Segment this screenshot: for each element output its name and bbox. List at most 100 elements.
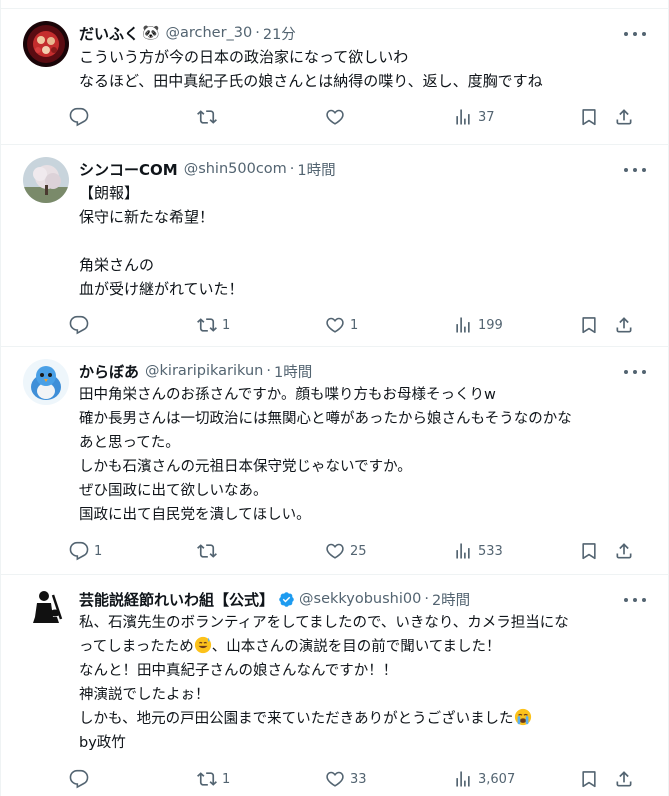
repost-button[interactable]: 1 bbox=[197, 315, 230, 335]
bookmark-button[interactable] bbox=[579, 541, 599, 561]
repost-count: 1 bbox=[222, 317, 231, 333]
panda-emoji-icon: 🐼 bbox=[142, 25, 160, 41]
timestamp[interactable]: 21分 bbox=[263, 23, 296, 44]
post-header: シンコーCOM @shin500com · 1時間 bbox=[79, 157, 652, 181]
handle[interactable]: @kiraripikarikun bbox=[145, 363, 263, 379]
crying-face-emoji-icon bbox=[514, 708, 531, 726]
timestamp[interactable]: 1時間 bbox=[297, 159, 335, 180]
views-button[interactable]: 37 bbox=[453, 107, 495, 127]
repost-button[interactable] bbox=[197, 541, 222, 561]
post-text-part: by政竹 bbox=[79, 735, 126, 751]
more-icon[interactable] bbox=[624, 27, 646, 41]
avatar[interactable] bbox=[23, 359, 69, 405]
more-icon[interactable] bbox=[624, 593, 646, 607]
handle[interactable]: @archer_30 bbox=[165, 25, 252, 41]
reply-count: 1 bbox=[94, 543, 103, 559]
bookmark-button[interactable] bbox=[579, 315, 599, 335]
views-count: 533 bbox=[478, 543, 503, 559]
action-bar: 37 bbox=[69, 93, 652, 141]
post[interactable]: シンコーCOM @shin500com · 1時間 【朗報】 保守に新たな希望！… bbox=[1, 145, 668, 347]
reply-icon bbox=[69, 315, 89, 335]
action-bar: 1 25 533 bbox=[69, 527, 652, 575]
repost-button[interactable]: 1 bbox=[197, 769, 230, 789]
post-header: 芸能説経節れいわ組【公式】 @sekkyobushi00 · 2時間 bbox=[79, 587, 652, 611]
post-header: からぼあ @kiraripikarikun · 1時間 bbox=[79, 359, 652, 383]
views-button[interactable]: 533 bbox=[453, 541, 503, 561]
views-button[interactable]: 199 bbox=[453, 315, 503, 335]
handle[interactable]: @sekkyobushi00 bbox=[299, 591, 421, 607]
repost-icon bbox=[197, 318, 217, 332]
post-text: 私、石濱先生のボランティアをしてましたので、いきなり、カメラ担当にな ってしまっ… bbox=[79, 611, 652, 755]
post-text: 田中角栄さんのお孫さんですか。顔も喋り方もお母様そっくりw 確か長男さんは一切政… bbox=[79, 387, 572, 523]
bookmark-icon bbox=[582, 317, 596, 334]
post[interactable]: からぼあ @kiraripikarikun · 1時間 田中角栄さんのお孫さんで… bbox=[1, 347, 668, 575]
reply-button[interactable] bbox=[69, 769, 94, 789]
timeline-feed: だいふく 🐼 @archer_30 · 21分 こういう方が今の日本の政治家にな… bbox=[0, 0, 669, 796]
bookmark-icon bbox=[582, 543, 596, 560]
views-count: 37 bbox=[478, 109, 495, 125]
like-button[interactable]: 33 bbox=[325, 769, 367, 789]
display-name[interactable]: 芸能説経節れいわ組【公式】 bbox=[79, 589, 274, 610]
sweat-smile-emoji-icon bbox=[194, 636, 211, 654]
like-icon bbox=[326, 109, 344, 125]
repost-icon bbox=[197, 110, 217, 124]
display-name[interactable]: からぼあ bbox=[79, 361, 139, 382]
like-button[interactable] bbox=[325, 107, 350, 127]
bookmark-icon bbox=[582, 109, 596, 126]
post[interactable]: 芸能説経節れいわ組【公式】 @sekkyobushi00 · 2時間 私、石濱先… bbox=[1, 575, 668, 795]
share-icon bbox=[616, 771, 632, 787]
repost-icon bbox=[197, 544, 217, 558]
avatar[interactable] bbox=[23, 587, 69, 633]
share-button[interactable] bbox=[614, 769, 634, 789]
views-icon bbox=[456, 543, 470, 559]
separator: · bbox=[266, 363, 271, 379]
reply-button[interactable] bbox=[69, 107, 94, 127]
views-button[interactable]: 3,607 bbox=[453, 769, 515, 789]
separator: · bbox=[289, 161, 295, 177]
like-count: 25 bbox=[350, 543, 367, 559]
handle[interactable]: @shin500com bbox=[184, 161, 287, 177]
display-name[interactable]: シンコーCOM bbox=[79, 159, 178, 180]
share-button[interactable] bbox=[614, 541, 634, 561]
views-count: 3,607 bbox=[478, 771, 516, 787]
separator: · bbox=[255, 25, 260, 41]
reply-icon bbox=[69, 107, 89, 127]
more-icon[interactable] bbox=[624, 365, 646, 379]
post[interactable]: だいふく 🐼 @archer_30 · 21分 こういう方が今の日本の政治家にな… bbox=[1, 9, 668, 145]
more-icon[interactable] bbox=[624, 163, 646, 177]
share-button[interactable] bbox=[614, 315, 634, 335]
share-icon bbox=[616, 109, 632, 125]
repost-count: 1 bbox=[222, 771, 231, 787]
views-count: 199 bbox=[478, 317, 503, 333]
post-text: 【朗報】 保守に新たな希望！ 角栄さんの 血が受け継がれていた！ bbox=[79, 184, 244, 298]
display-name[interactable]: だいふく bbox=[79, 23, 139, 44]
share-button[interactable] bbox=[614, 107, 634, 127]
reply-icon bbox=[69, 541, 89, 561]
repost-icon bbox=[197, 772, 217, 786]
share-icon bbox=[616, 317, 632, 333]
post-text: こういう方が今の日本の政治家になって欲しいわ なるほど、田中真紀子氏の娘さんとは… bbox=[79, 48, 543, 90]
top-divider bbox=[1, 0, 668, 9]
like-count: 1 bbox=[350, 317, 359, 333]
bookmark-button[interactable] bbox=[579, 107, 599, 127]
reply-button[interactable] bbox=[69, 315, 94, 335]
action-bar: 1 1 199 bbox=[69, 301, 652, 349]
views-icon bbox=[456, 317, 470, 333]
avatar[interactable] bbox=[23, 157, 69, 203]
reply-button[interactable]: 1 bbox=[69, 541, 102, 561]
bookmark-button[interactable] bbox=[579, 769, 599, 789]
like-icon bbox=[326, 317, 344, 333]
timestamp[interactable]: 2時間 bbox=[432, 589, 470, 610]
separator: · bbox=[424, 591, 429, 607]
like-button[interactable]: 1 bbox=[325, 315, 358, 335]
like-button[interactable]: 25 bbox=[325, 541, 367, 561]
action-bar: 1 33 3,607 bbox=[69, 755, 652, 796]
like-icon bbox=[326, 543, 344, 559]
like-count: 33 bbox=[350, 771, 367, 787]
bookmark-icon bbox=[582, 771, 596, 788]
repost-button[interactable] bbox=[197, 107, 222, 127]
views-icon bbox=[456, 771, 470, 787]
reply-icon bbox=[69, 769, 89, 789]
timestamp[interactable]: 1時間 bbox=[274, 361, 312, 382]
avatar[interactable] bbox=[23, 21, 69, 67]
